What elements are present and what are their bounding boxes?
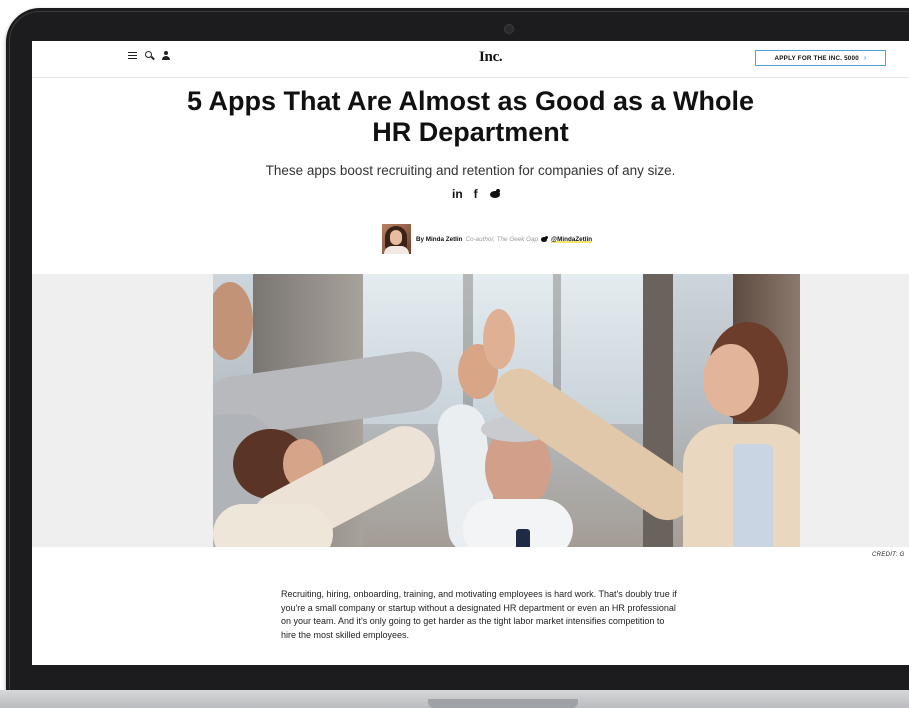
laptop-hinge	[428, 699, 578, 708]
author-role: Co-author, The Geek Gap	[465, 235, 538, 243]
apply-button-label: APPLY FOR THE INC. 5000	[774, 54, 859, 62]
camera-icon	[504, 24, 514, 34]
browser-viewport: Inc. APPLY FOR THE INC. 5000 › 5 Apps Th…	[32, 41, 909, 665]
byline: By Minda Zetlin Co-author, The Geek Gap …	[382, 223, 592, 255]
linkedin-icon[interactable]: in	[452, 187, 463, 201]
article-body-paragraph: Recruiting, hiring, onboarding, training…	[281, 589, 677, 640]
facebook-icon[interactable]: f	[474, 187, 478, 201]
author-name[interactable]: By Minda Zetlin	[416, 236, 463, 243]
author-twitter-handle[interactable]: @MindaZetlin	[551, 236, 592, 243]
image-credit: CREDIT: G	[872, 552, 905, 558]
hero-image	[213, 274, 800, 547]
header-nav-icons	[128, 51, 170, 60]
article-headline: 5 Apps That Are Almost as Good as a Whol…	[186, 86, 755, 147]
site-header: Inc. APPLY FOR THE INC. 5000 ›	[32, 41, 909, 78]
chevron-right-icon: ›	[863, 54, 867, 62]
share-bar: in f	[452, 187, 501, 201]
site-logo[interactable]: Inc.	[479, 49, 503, 66]
author-avatar[interactable]	[382, 224, 411, 254]
article-dek: These apps boost recruiting and retentio…	[265, 163, 676, 178]
twitter-icon[interactable]	[489, 189, 501, 199]
menu-icon[interactable]	[128, 51, 137, 60]
user-icon[interactable]	[162, 51, 170, 60]
twitter-icon	[541, 236, 548, 242]
byline-text: By Minda Zetlin Co-author, The Geek Gap …	[416, 236, 592, 243]
search-icon[interactable]	[145, 51, 155, 60]
apply-inc5000-button[interactable]: APPLY FOR THE INC. 5000 ›	[755, 50, 886, 66]
